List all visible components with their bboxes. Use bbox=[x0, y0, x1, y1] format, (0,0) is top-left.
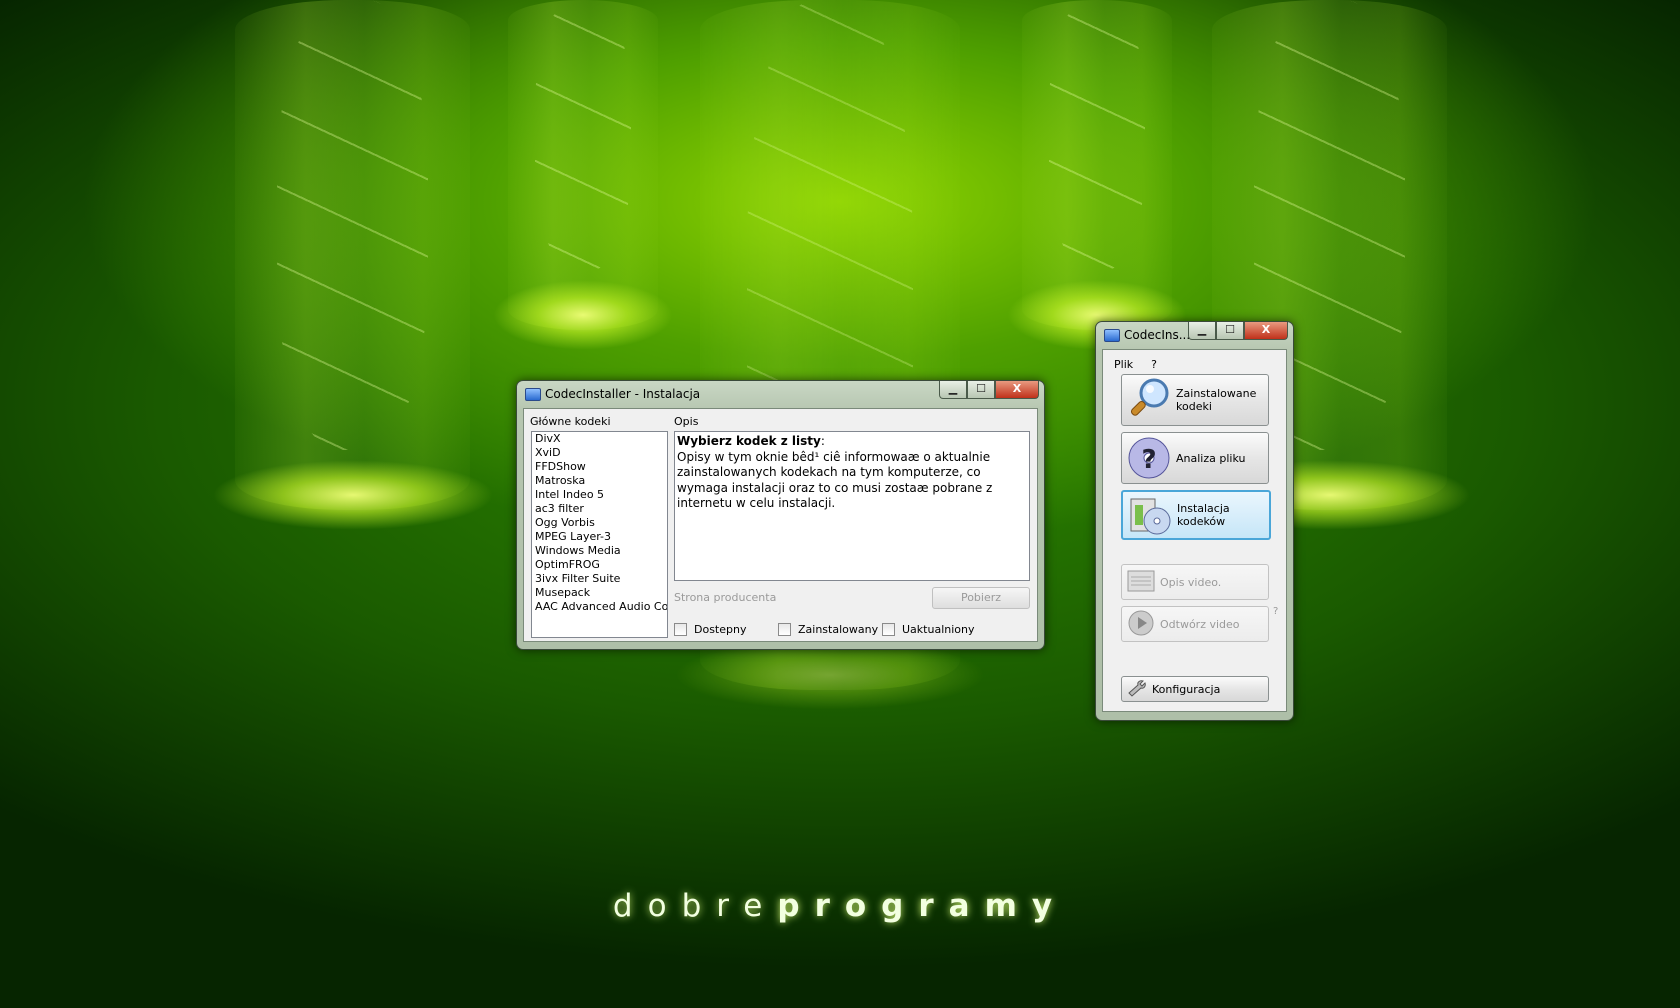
close-button[interactable]: X bbox=[995, 381, 1039, 399]
codec-list-item[interactable]: XviD bbox=[532, 446, 667, 460]
description-text: Opisy w tym oknie bêd¹ ciê informowaæ o … bbox=[677, 449, 993, 511]
side-question-mark: ? bbox=[1273, 606, 1279, 617]
installed-codecs-button[interactable]: Zainstalowane kodeki bbox=[1121, 374, 1269, 426]
codec-list-item[interactable]: DivX bbox=[532, 432, 667, 446]
install-window-title: CodecInstaller - Instalacja bbox=[545, 387, 701, 401]
codec-list-item[interactable]: 3ivx Filter Suite bbox=[532, 572, 667, 586]
checkbox-box[interactable] bbox=[778, 623, 791, 636]
maximize-button[interactable]: ☐ bbox=[1216, 322, 1244, 340]
wrench-icon bbox=[1126, 679, 1148, 700]
codec-list-item[interactable]: Intel Indeo 5 bbox=[532, 488, 667, 502]
codecs-label: Główne kodeki bbox=[530, 415, 611, 428]
minimize-button[interactable]: ▁ bbox=[1188, 322, 1216, 340]
close-button[interactable]: X bbox=[1244, 322, 1288, 340]
disc-question-icon: ? bbox=[1126, 434, 1172, 483]
download-button[interactable]: Pobierz bbox=[932, 587, 1030, 609]
document-icon bbox=[1126, 568, 1156, 597]
app-icon bbox=[525, 388, 541, 401]
install-window-client: Główne kodeki DivX XviD FFDShow Matroska Int… bbox=[523, 408, 1038, 642]
codec-list-item[interactable]: OptimFROG bbox=[532, 558, 667, 572]
wallpaper-brand-logo: dobreprogramy bbox=[612, 888, 1068, 924]
checkbox-installed[interactable]: Zainstalowany bbox=[778, 623, 878, 636]
codecs-list[interactable]: DivX XviD FFDShow Matroska Intel Indeo 5 ac3 … bbox=[531, 431, 668, 638]
magnifier-icon bbox=[1126, 376, 1172, 425]
checkbox-available[interactable]: Dostepny bbox=[674, 623, 746, 636]
codec-list-item[interactable]: Musepack bbox=[532, 586, 667, 600]
menu-help[interactable]: ? bbox=[1151, 358, 1157, 371]
description-box: Wybierz kodek z listy: Opisy w tym oknie… bbox=[674, 431, 1030, 581]
main-window: CodecIns... ▁ ☐ X Plik? Zainstalowane ko… bbox=[1095, 321, 1294, 721]
menu-bar: Plik? bbox=[1114, 358, 1175, 371]
install-window-titlebar[interactable]: CodecInstaller - Instalacja ▁ ☐ X bbox=[517, 381, 1044, 407]
menu-file[interactable]: Plik bbox=[1114, 358, 1133, 371]
description-heading: Wybierz kodek z listy bbox=[677, 434, 821, 448]
codec-list-item[interactable]: ac3 filter bbox=[532, 502, 667, 516]
codec-list-item[interactable]: Windows Media bbox=[532, 544, 667, 558]
checkbox-box[interactable] bbox=[882, 623, 895, 636]
codec-list-item[interactable]: Ogg Vorbis bbox=[532, 516, 667, 530]
codec-list-item[interactable]: AAC Advanced Audio Co bbox=[532, 600, 667, 614]
main-window-title: CodecIns... bbox=[1124, 328, 1191, 342]
codec-list-item[interactable]: MPEG Layer-3 bbox=[532, 530, 667, 544]
app-icon bbox=[1104, 329, 1120, 342]
open-video-button[interactable]: Odtwórz video bbox=[1121, 606, 1269, 642]
maximize-button[interactable]: ☐ bbox=[967, 381, 995, 399]
checkbox-updated[interactable]: Uaktualniony bbox=[882, 623, 974, 636]
analyze-file-button[interactable]: ? Analiza pliku bbox=[1121, 432, 1269, 484]
install-package-icon bbox=[1127, 491, 1173, 540]
main-window-client: Plik? Zainstalowane kodeki ? Analiza pli… bbox=[1102, 349, 1287, 712]
svg-text:?: ? bbox=[1141, 445, 1156, 475]
wallpaper-tube bbox=[211, 0, 494, 530]
checkbox-box[interactable] bbox=[674, 623, 687, 636]
wallpaper-tube bbox=[493, 0, 673, 350]
play-icon bbox=[1126, 609, 1156, 640]
description-label: Opis bbox=[674, 415, 699, 428]
minimize-button[interactable]: ▁ bbox=[939, 381, 967, 399]
codec-list-item[interactable]: FFDShow bbox=[532, 460, 667, 474]
video-description-button[interactable]: Opis video. bbox=[1121, 564, 1269, 600]
install-codecs-button[interactable]: Instalacja kodeków bbox=[1121, 490, 1271, 540]
vendor-link[interactable]: Strona producenta bbox=[674, 591, 776, 604]
install-window: CodecInstaller - Instalacja ▁ ☐ X Główne… bbox=[516, 380, 1045, 650]
main-window-titlebar[interactable]: CodecIns... ▁ ☐ X bbox=[1096, 322, 1293, 348]
codec-list-item[interactable]: Matroska bbox=[532, 474, 667, 488]
wallpaper-tube bbox=[1007, 0, 1187, 350]
configuration-button[interactable]: Konfiguracja bbox=[1121, 676, 1269, 702]
